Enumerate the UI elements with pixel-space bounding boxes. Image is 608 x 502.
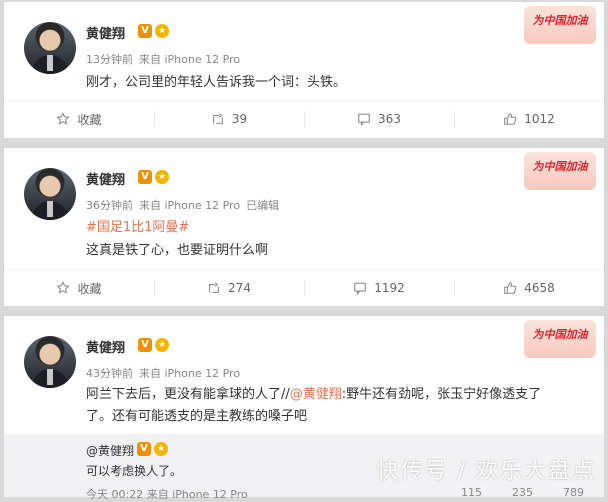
user-name[interactable]: 黄健翔 xyxy=(86,169,125,188)
post-time[interactable]: 43分钟前 xyxy=(86,367,133,380)
cheer-china-sticker: 为中国加油 xyxy=(524,6,596,44)
post-text-part: :野牛还有劲呢，张玉宁好像透支了 xyxy=(341,387,542,402)
medal-icon: ★ xyxy=(154,442,168,456)
star-icon xyxy=(56,112,71,125)
star-icon xyxy=(56,281,71,294)
favorite-button[interactable]: 收藏 xyxy=(4,101,154,137)
thumbs-up-icon xyxy=(504,113,517,125)
verified-v-icon: V xyxy=(138,24,152,38)
favorite-label: 收藏 xyxy=(77,112,102,127)
post-source: 来自 iPhone 12 Pro xyxy=(139,199,241,212)
favorite-button[interactable]: 收藏 xyxy=(4,270,154,306)
post-text-line: 阿兰下去后，更没有能拿球的人了//@黄健翔:野牛还有劲呢，张玉宁好像透支了 xyxy=(86,384,541,406)
post-text-part: 阿兰下去后，更没有能拿球的人了// xyxy=(86,387,290,402)
post-text: 这真是铁了心，也要证明什么啊 xyxy=(86,243,269,258)
repost-icon xyxy=(212,113,223,124)
retweet-stats: 115 235 789 xyxy=(461,486,584,499)
comment-button[interactable]: 1192 xyxy=(304,270,454,306)
repost-count: 39 xyxy=(231,112,248,126)
like-button[interactable]: 4658 xyxy=(454,270,604,306)
user-name[interactable]: 黄健翔 xyxy=(86,23,125,42)
post-text: 刚才，公司里的年轻人告诉我一个词：头铁。 xyxy=(86,75,347,90)
repost-button[interactable]: 274 xyxy=(154,270,304,306)
retweet-text: 可以考虑换人了。 xyxy=(86,464,183,478)
topic-link[interactable]: #国足1比1阿曼# xyxy=(86,217,189,239)
retweet-user[interactable]: @黄健翔 xyxy=(86,442,134,459)
action-bar: 收藏 39 363 1012 xyxy=(4,101,604,137)
avatar[interactable] xyxy=(24,336,76,388)
like-button[interactable]: 1012 xyxy=(454,101,604,137)
repost-count: 274 xyxy=(228,281,251,295)
cheer-china-sticker: 为中国加油 xyxy=(524,320,596,358)
post-card: 黄健翔 V ★ 36分钟前 来自 iPhone 12 Pro 已编辑 为中国加油 #… xyxy=(4,148,604,306)
cheer-china-sticker: 为中国加油 xyxy=(524,152,596,190)
comment-icon xyxy=(358,113,370,126)
retweet-like-count[interactable]: 789 xyxy=(563,486,584,499)
thumbs-up-icon xyxy=(504,282,517,294)
retweet-repost-count[interactable]: 115 xyxy=(461,486,482,499)
post-time[interactable]: 36分钟前 xyxy=(86,199,133,212)
repost-button[interactable]: 39 xyxy=(154,101,304,137)
like-count: 1012 xyxy=(524,112,555,126)
medal-icon: ★ xyxy=(155,24,169,38)
post-time[interactable]: 13分钟前 xyxy=(86,53,133,66)
avatar[interactable] xyxy=(24,22,76,74)
mention-link[interactable]: @黄健翔 xyxy=(290,387,342,402)
comment-button[interactable]: 363 xyxy=(304,101,454,137)
post-meta: 13分钟前 来自 iPhone 12 Pro xyxy=(86,51,246,67)
post-meta: 36分钟前 来自 iPhone 12 Pro 已编辑 xyxy=(86,197,285,213)
medal-icon: ★ xyxy=(155,170,169,184)
edited-label[interactable]: 已编辑 xyxy=(246,199,279,212)
post-source: 来自 iPhone 12 Pro xyxy=(139,53,241,66)
verified-v-icon: V xyxy=(138,170,152,184)
like-count: 4658 xyxy=(524,281,555,295)
favorite-label: 收藏 xyxy=(77,281,102,296)
medal-icon: ★ xyxy=(155,338,169,352)
retweet-meta: 今天 00:22 来自 iPhone 12 Pro xyxy=(86,488,248,501)
action-bar: 收藏 274 1192 4658 xyxy=(4,270,604,306)
retweet-comment-count[interactable]: 235 xyxy=(512,486,533,499)
post-source: 来自 iPhone 12 Pro xyxy=(139,367,241,380)
verified-v-icon: V xyxy=(137,442,151,456)
post-card: 黄健翔 V ★ 13分钟前 来自 iPhone 12 Pro 为中国加油 刚才，公… xyxy=(4,2,604,138)
watermark: 快传号 / 欢乐大盘点 xyxy=(376,459,596,484)
avatar[interactable] xyxy=(24,168,76,220)
comment-icon xyxy=(354,282,366,295)
post-meta: 43分钟前 来自 iPhone 12 Pro xyxy=(86,365,246,381)
repost-icon xyxy=(209,282,219,293)
verified-v-icon: V xyxy=(138,338,152,352)
post-text-line: 了。还有可能透支的是主教练的嗓子吧 xyxy=(86,409,308,424)
comment-count: 363 xyxy=(378,112,401,126)
user-name[interactable]: 黄健翔 xyxy=(86,337,125,356)
comment-count: 1192 xyxy=(374,281,405,295)
